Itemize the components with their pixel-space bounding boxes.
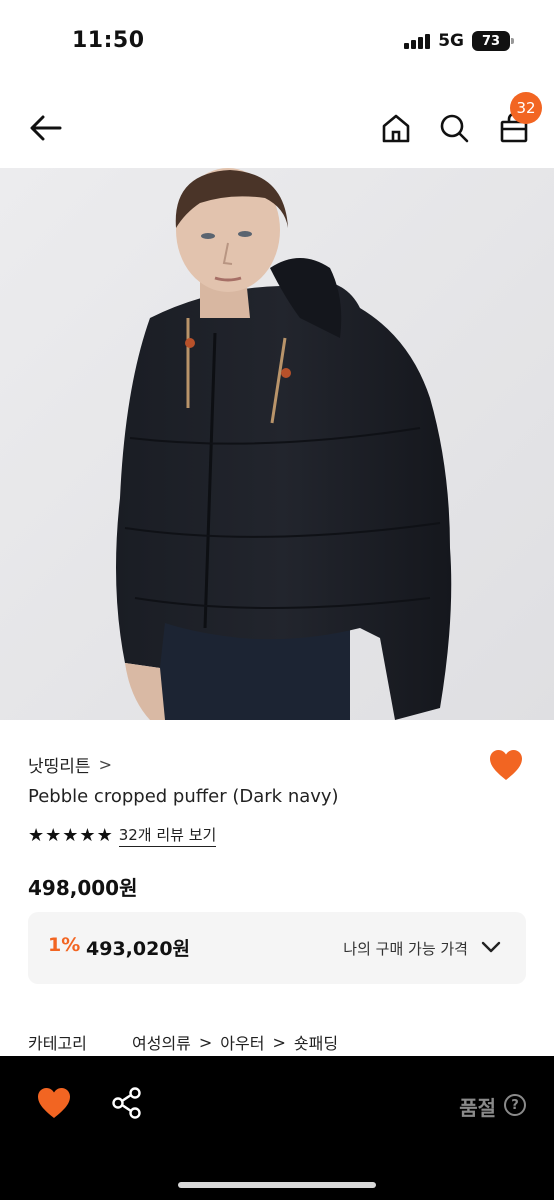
my-price-label: 나의 구매 가능 가격 [343,940,468,958]
status-bar: 11:50 5G 73 [0,0,554,84]
home-icon [382,114,410,143]
product-name: Pebble cropped puffer (Dark navy) [28,786,339,807]
network-type: 5G [438,31,464,51]
rating-stars: ★ ★ ★ ★ ★ [28,824,113,846]
help-icon[interactable]: ? [504,1094,526,1116]
back-arrow-icon [30,115,62,141]
heart-icon [490,750,522,780]
chevron-right-icon: > [98,755,112,774]
status-time: 11:50 [72,28,145,53]
rating-row: ★ ★ ★ ★ ★ 32개 리뷰 보기 [28,824,217,847]
category-label: 카테고리 [28,1034,87,1053]
discount-rate: 1% [48,934,81,956]
product-photo [0,168,554,720]
heart-icon [38,1088,70,1118]
battery-level: 73 [481,33,501,49]
top-navigation [0,84,554,168]
like-button[interactable] [488,748,524,784]
star-icon: ★ [79,824,96,846]
product-image[interactable] [0,168,554,720]
breadcrumb-item[interactable]: 아우터 [220,1030,264,1054]
brand-link[interactable]: 낫띵리튼 > [28,752,112,777]
home-button[interactable] [374,106,418,150]
back-button[interactable] [24,106,68,150]
my-price-value: 493,020원 [86,938,191,960]
chevron-right-icon: > [198,1032,213,1052]
home-indicator [178,1182,376,1188]
search-icon [440,114,469,143]
chevron-right-icon: > [272,1032,286,1052]
category-breadcrumb: 카테고리 여성의류 > 아우터 > 숏패딩 [28,1030,338,1054]
signal-icon [404,33,431,49]
brand-name: 낫띵리튼 [28,757,91,777]
breadcrumb-item[interactable]: 숏패딩 [294,1030,338,1054]
my-price-dropdown[interactable]: 1% 493,020원 나의 구매 가능 가격 [28,912,526,984]
bottom-like-button[interactable] [36,1086,72,1122]
review-link[interactable]: 32개 리뷰 보기 [118,824,217,847]
star-icon: ★ [45,824,62,846]
star-icon: ★ [62,824,79,846]
bottom-action-bar: 품절 ? [0,1056,554,1200]
share-icon [112,1087,141,1119]
cart-count-badge: 32 [510,92,542,124]
star-icon: ★ [96,824,113,846]
product-price: 498,000원 [28,876,138,900]
soldout-status: 품절 [459,1096,496,1120]
search-button[interactable] [432,106,476,150]
status-indicators: 5G 73 [404,31,514,51]
share-button[interactable] [110,1086,144,1120]
battery-icon: 73 [472,31,514,51]
breadcrumb-item[interactable]: 여성의류 [132,1030,191,1054]
chevron-down-icon [481,941,501,953]
star-icon: ★ [28,824,45,846]
